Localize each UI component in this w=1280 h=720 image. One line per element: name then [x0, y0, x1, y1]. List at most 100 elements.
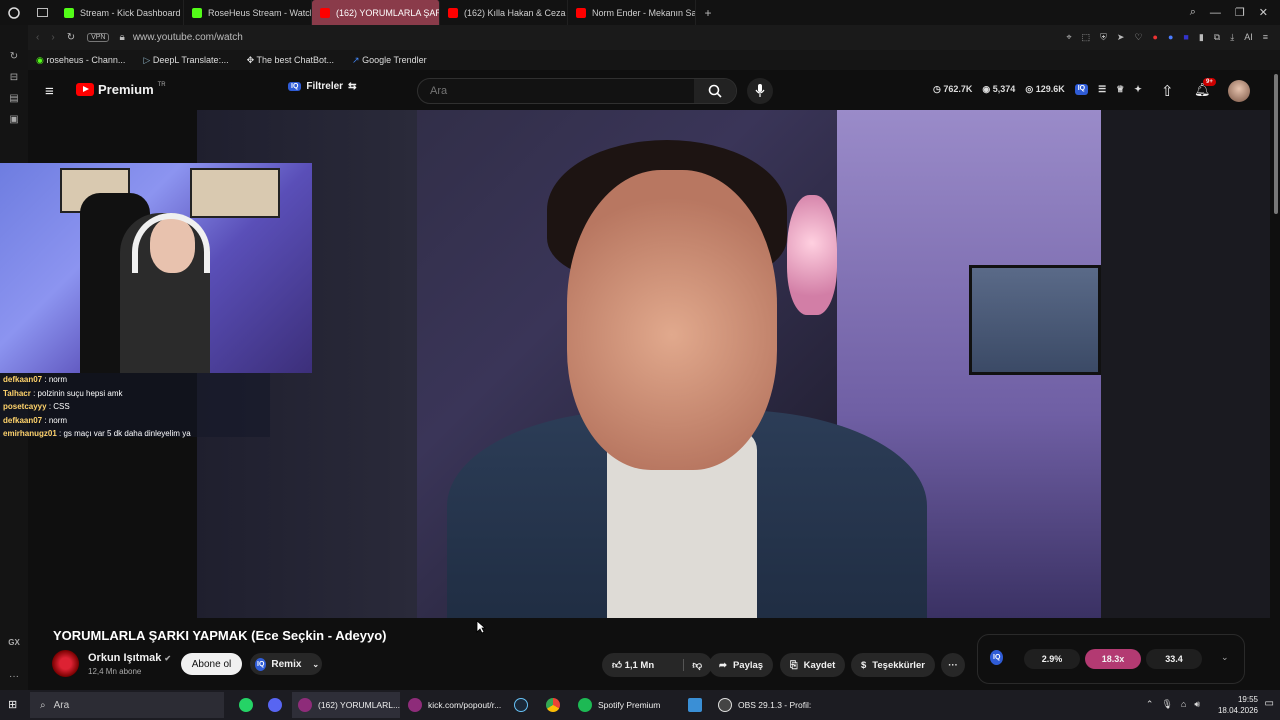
tab-youtube-active[interactable]: (162) YORUMLARLA ŞARK	[312, 0, 440, 25]
extension-translate-icon[interactable]: ■	[1183, 32, 1188, 43]
account-avatar[interactable]	[1228, 80, 1250, 102]
bookmark-roseheus[interactable]: ◉ roseheus - Chann...	[36, 55, 125, 66]
chat-text: norm	[48, 375, 68, 384]
save-button[interactable]: ⎘ Kaydet	[780, 653, 846, 677]
network-icon[interactable]: ⌂	[1181, 699, 1186, 710]
gx-control-icon[interactable]: ▤	[9, 93, 18, 104]
hamburger-menu-icon[interactable]: ≡	[45, 83, 54, 100]
tray-chevron-icon[interactable]: ⌃	[1146, 699, 1154, 710]
taskbar-whatsapp[interactable]	[233, 692, 253, 718]
taskbar-opera-youtube[interactable]: (162) YORUMLARL...	[292, 692, 400, 718]
new-tab-plus-icon[interactable]: +	[696, 6, 720, 20]
extension-blue-icon[interactable]: ●	[1168, 32, 1173, 43]
share-icon: ➦	[719, 659, 727, 671]
clock-icon: ◷	[933, 84, 941, 94]
download-icon[interactable]: ⤓	[1230, 32, 1234, 43]
taskbar-opera-kick[interactable]: kick.com/popout/r...	[402, 692, 502, 718]
list-icon[interactable]: ☰	[1098, 84, 1106, 95]
voice-search-button[interactable]	[747, 78, 773, 104]
microphone-tray-icon[interactable]: 🎙︎	[1161, 699, 1172, 710]
more-options-icon[interactable]: ···	[9, 671, 19, 682]
bookmark-google-trends[interactable]: ↗ Google Trendler	[352, 55, 427, 66]
search-input[interactable]	[418, 85, 694, 97]
bookmark-label: The best ChatBot...	[256, 54, 335, 65]
bookmark-deepl[interactable]: ▷ DeepL Translate:...	[143, 55, 228, 66]
more-actions-button[interactable]: ···	[941, 653, 965, 677]
tab-roseheus-stream[interactable]: RoseHeus Stream - Watch	[184, 0, 312, 25]
share-button[interactable]: ➦ Paylaş	[709, 653, 774, 677]
iq-icon[interactable]: IQ	[1074, 84, 1089, 95]
taskbar-notes[interactable]	[682, 692, 702, 718]
scrollbar-thumb[interactable]	[1274, 74, 1278, 214]
close-window-icon[interactable]: ✕	[1259, 6, 1268, 19]
channel-name[interactable]: Orkun Işıtmak ✔	[88, 652, 171, 664]
taskbar-clock[interactable]: 19:55 18.04.2026	[1218, 694, 1258, 716]
upload-icon[interactable]: ⇧	[1161, 82, 1174, 100]
trophy-icon[interactable]: ♕	[1116, 84, 1124, 95]
notification-center-icon[interactable]: ▭	[1265, 698, 1274, 709]
opera-gx-logo-icon[interactable]	[0, 6, 28, 19]
taskbar-spotify[interactable]: Spotify Premium	[572, 692, 672, 718]
pinboard-icon[interactable]: ⊟	[10, 72, 18, 83]
reload-icon[interactable]: ↻	[67, 32, 75, 43]
taskbar-search[interactable]: ⌕ Ara	[30, 692, 224, 718]
taskbar-discord[interactable]	[262, 692, 282, 718]
search-button[interactable]	[694, 79, 736, 103]
tab-youtube-killa-hakan[interactable]: (162) Kılla Hakan & Ceza &	[440, 0, 568, 25]
dislike-button[interactable]: 👎︎	[683, 659, 702, 671]
extension-red-icon[interactable]: ●	[1153, 32, 1158, 43]
like-button[interactable]: 👍︎ 1,1 Mn	[612, 659, 654, 671]
tab-kick-dashboard[interactable]: Stream - Kick Dashboard	[56, 0, 184, 25]
search-tabs-icon[interactable]: ⌕	[1190, 6, 1196, 19]
stat-watching-value: 5,374	[992, 84, 1016, 94]
tab-workspaces-icon[interactable]	[28, 8, 56, 17]
chat-message: defkaan07 : norm	[3, 375, 68, 384]
chrome-icon	[546, 698, 560, 712]
youtube-logo[interactable]: Premium TR	[76, 82, 166, 97]
stat-likes-value: 129.6K	[1035, 84, 1065, 94]
shield-icon[interactable]: ⛨	[1100, 32, 1107, 43]
remix-button[interactable]: IQ Remix ⌄	[250, 653, 322, 675]
bookmark-chatgpt[interactable]: ✥ The best ChatBot...	[247, 55, 334, 66]
extensions-icon[interactable]: ⧉	[1214, 32, 1220, 43]
chevron-down-icon[interactable]: ⌄	[1221, 652, 1229, 663]
tab-youtube-norm-ender[interactable]: Norm Ender - Mekanın Sah	[568, 0, 696, 25]
like-count: 1,1 Mn	[624, 660, 655, 671]
youtube-header: ≡ Premium TR IQ Filtreler ⇆ ◷ 762.7K ◉ 5…	[28, 70, 1280, 110]
video-title: YORUMLARLA ŞARKI YAPMAK (Ece Seçkin - Ad…	[53, 628, 387, 643]
url-field[interactable]: www.youtube.com/watch	[133, 32, 243, 43]
taskbar-chrome[interactable]	[540, 692, 560, 718]
chevron-down-icon: ⌄	[312, 659, 320, 669]
channel-avatar[interactable]	[52, 650, 79, 677]
vpn-badge[interactable]: VPN	[87, 33, 110, 42]
video-player[interactable]	[197, 110, 1101, 618]
filters-button[interactable]: IQ Filtreler ⇆	[288, 81, 356, 92]
sparkle-icon[interactable]: ✦	[1134, 84, 1142, 95]
restore-icon[interactable]: ❐	[1235, 6, 1245, 19]
subscribe-button[interactable]: Abone ol	[181, 653, 242, 675]
pin-icon[interactable]: ⌖	[1067, 32, 1072, 43]
windows-start-icon[interactable]: ⊞	[8, 698, 17, 711]
extension-stats-icon[interactable]: ▮	[1199, 32, 1204, 43]
ai-button[interactable]: AI	[1244, 32, 1253, 43]
chat-text: gs maçı var 5 dk daha dinleyelim ya	[63, 429, 191, 438]
whatsapp-icon	[239, 698, 253, 712]
taskbar-steam[interactable]	[508, 692, 528, 718]
thanks-button[interactable]: $ Teşekkürler	[851, 653, 935, 677]
back-arrow-icon[interactable]: ‹	[36, 32, 39, 43]
forward-arrow-icon[interactable]: ›	[51, 32, 54, 43]
minimize-icon[interactable]: —	[1210, 7, 1221, 19]
send-icon[interactable]: ➤	[1117, 32, 1125, 43]
heart-icon[interactable]: ♡	[1134, 32, 1142, 43]
notifications-button[interactable]: 🔔︎ 9+	[1194, 78, 1216, 98]
taskbar-item-label: kick.com/popout/r...	[428, 700, 502, 710]
snapshot-icon[interactable]: ⬚	[1082, 32, 1091, 43]
history-icon[interactable]: ↻	[10, 51, 18, 62]
page-scrollbar[interactable]	[1272, 70, 1280, 690]
chat-username: Talhacr	[3, 388, 31, 398]
messenger-icon[interactable]: ▣	[9, 114, 18, 125]
speaker-icon[interactable]: 🔊︎	[1194, 699, 1200, 710]
taskbar-obs[interactable]: OBS 29.1.3 - Profil:...	[712, 692, 812, 718]
menu-icon[interactable]: ≡	[1263, 32, 1268, 43]
bookmarks-bar: ◉ roseheus - Chann... ▷ DeepL Translate:…	[28, 50, 1280, 70]
